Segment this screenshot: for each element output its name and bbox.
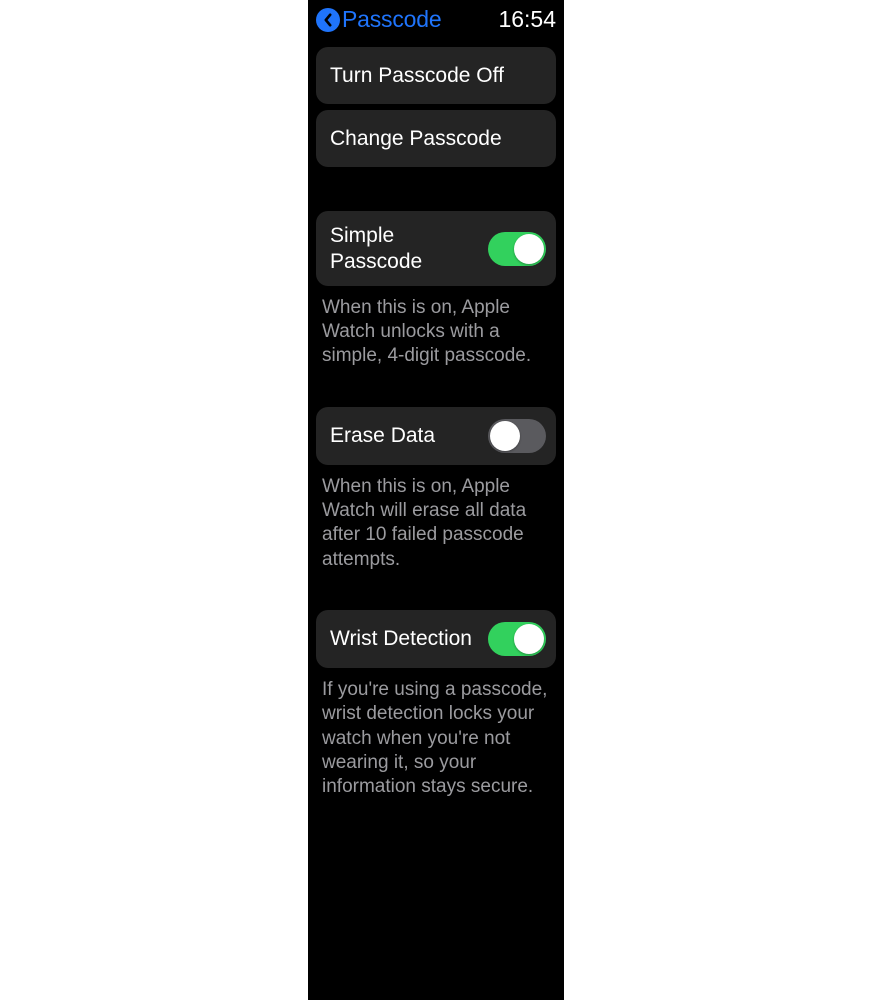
header: Passcode 16:54 xyxy=(316,4,556,41)
status-time: 16:54 xyxy=(498,6,556,33)
page-title: Passcode xyxy=(342,6,441,33)
toggle-knob xyxy=(514,234,544,264)
section-gap xyxy=(316,173,556,211)
change-passcode-button[interactable]: Change Passcode xyxy=(316,110,556,167)
wrist-detection-description: If you're using a passcode, wrist detect… xyxy=(316,668,556,800)
toggle-knob xyxy=(490,421,520,451)
watch-screen: Passcode 16:54 Turn Passcode Off Change … xyxy=(308,0,564,1000)
toggle-knob xyxy=(514,624,544,654)
simple-passcode-toggle[interactable] xyxy=(488,232,546,266)
back-button[interactable] xyxy=(316,8,340,32)
erase-data-row[interactable]: Erase Data xyxy=(316,407,556,465)
wrist-detection-label: Wrist Detection xyxy=(330,626,472,651)
simple-passcode-row[interactable]: Simple Passcode xyxy=(316,211,556,285)
section-gap xyxy=(316,369,556,407)
simple-passcode-description: When this is on, Apple Watch unlocks wit… xyxy=(316,286,556,369)
erase-data-description: When this is on, Apple Watch will erase … xyxy=(316,465,556,572)
chevron-left-icon xyxy=(322,13,334,27)
section-gap xyxy=(316,572,556,610)
turn-passcode-off-button[interactable]: Turn Passcode Off xyxy=(316,47,556,104)
header-left: Passcode xyxy=(316,6,441,33)
simple-passcode-label: Simple Passcode xyxy=(330,223,476,273)
wrist-detection-row[interactable]: Wrist Detection xyxy=(316,610,556,668)
erase-data-toggle[interactable] xyxy=(488,419,546,453)
erase-data-label: Erase Data xyxy=(330,423,435,448)
wrist-detection-toggle[interactable] xyxy=(488,622,546,656)
